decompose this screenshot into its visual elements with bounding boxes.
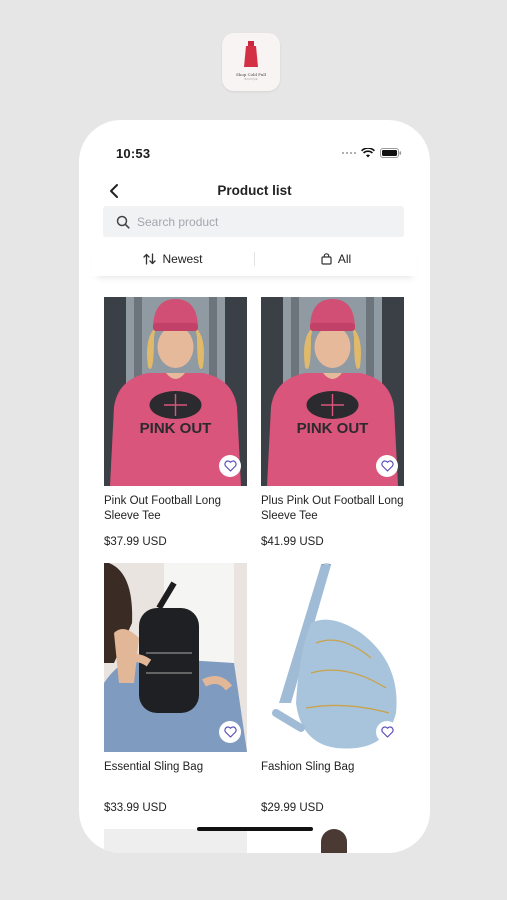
app-brand-text: Shop Cold Pull	[236, 72, 266, 77]
heart-icon	[223, 726, 237, 738]
favorite-button[interactable]	[219, 455, 241, 477]
search-input[interactable]	[137, 214, 377, 229]
product-card[interactable]: PINK OUT Plus Pink Out Football Long Sle…	[261, 297, 404, 548]
product-image[interactable]: PINK OUT	[261, 297, 404, 486]
shirt-print-text: PINK OUT	[297, 420, 369, 437]
next-product-image-peek	[321, 829, 347, 853]
shirt-print-text: PINK OUT	[140, 420, 212, 437]
product-name: Fashion Sling Bag	[261, 761, 355, 773]
heart-icon	[380, 726, 394, 738]
heart-icon	[380, 460, 394, 472]
product-card[interactable]: PINK OUT Pink Out Football Long Sleeve T…	[104, 297, 247, 548]
category-button[interactable]: All	[255, 242, 417, 276]
product-image[interactable]: PINK OUT	[104, 297, 247, 486]
product-card[interactable]: Essential Sling Bag $33.99 USD	[104, 563, 247, 814]
search-icon	[116, 215, 130, 229]
status-icons	[342, 148, 402, 158]
product-price: $41.99 USD	[261, 536, 324, 548]
product-name: Plus Pink Out Football Long Sleeve Tee	[261, 495, 404, 522]
bag-icon	[321, 253, 332, 265]
favorite-button[interactable]	[219, 721, 241, 743]
category-label: All	[337, 252, 352, 266]
battery-icon	[380, 148, 402, 158]
product-price: $29.99 USD	[261, 802, 324, 814]
product-image[interactable]	[261, 563, 404, 752]
sort-label: Newest	[162, 252, 203, 266]
filter-bar: Newest All	[92, 242, 417, 276]
page-title: Product list	[217, 183, 292, 198]
status-time: 10:53	[116, 146, 151, 161]
heart-icon	[223, 460, 237, 472]
product-image[interactable]	[104, 563, 247, 752]
product-card[interactable]: Fashion Sling Bag $29.99 USD	[261, 563, 404, 814]
app-brand-subtext: BOUTIQUE	[244, 78, 258, 81]
product-price: $33.99 USD	[104, 802, 167, 814]
favorite-button[interactable]	[376, 455, 398, 477]
navigation-bar: Product list	[79, 180, 430, 202]
product-price: $37.99 USD	[104, 536, 167, 548]
sort-arrows-icon	[143, 253, 157, 265]
home-indicator[interactable]	[197, 827, 313, 831]
favorite-button[interactable]	[376, 721, 398, 743]
signal-icon	[342, 152, 356, 154]
product-name: Pink Out Football Long Sleeve Tee	[104, 495, 221, 522]
app-icon: Shop Cold Pull BOUTIQUE	[222, 33, 280, 91]
product-name: Essential Sling Bag	[104, 761, 204, 773]
dress-logo-icon	[244, 41, 258, 67]
search-bar[interactable]	[103, 206, 404, 237]
sort-button[interactable]: Newest	[92, 242, 254, 276]
phone-screen: 10:53 Product list Search product Newest…	[79, 120, 430, 853]
next-product-image-peek	[104, 829, 247, 853]
wifi-icon	[361, 148, 375, 158]
